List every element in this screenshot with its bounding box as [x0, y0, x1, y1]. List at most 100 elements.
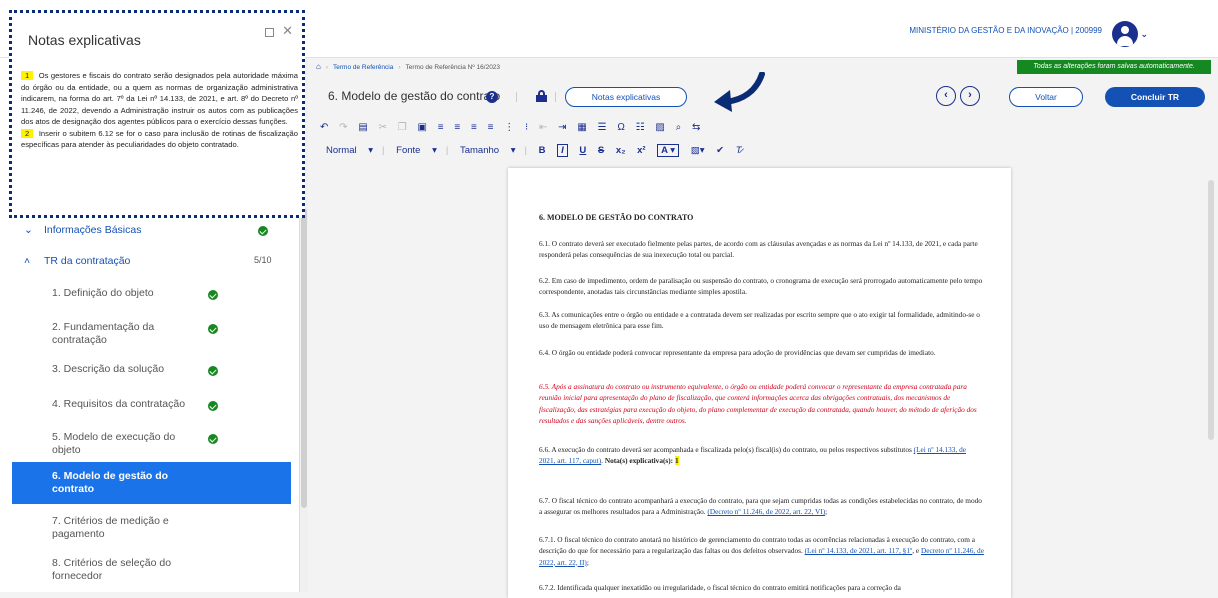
finish-tr-button[interactable]: Concluir TR — [1105, 87, 1205, 107]
search-icon[interactable]: ⌕ — [676, 122, 682, 133]
divider — [516, 92, 517, 102]
decree-link[interactable]: (Decreto nº 11.246, de 2022, art. 22, VI… — [707, 507, 825, 516]
sidebar-item-label: 5. Modelo de execução do objeto — [52, 431, 176, 456]
paragraph-6-2: 6.2. Em caso de impedimento, ordem de pa… — [539, 276, 983, 297]
outdent-icon[interactable]: ⇤ — [539, 122, 547, 133]
section-title: 6. Modelo de gestão do contrato — [328, 89, 501, 103]
law-link[interactable]: (Lei nº 14.133, de 2021, art. 117, §1º — [805, 546, 913, 555]
strikethrough-icon[interactable]: S — [598, 145, 604, 156]
editor-toolbar-row2: Normal ▾ | Fonte ▾ | Tamanho ▾ | B I U S x₂… — [326, 144, 742, 157]
paragraph-6-1: 6.1. O contrato deverá ser executado fie… — [539, 239, 978, 260]
underline-icon[interactable]: U — [579, 145, 586, 156]
chevron-down-icon: ⌄ — [24, 224, 33, 236]
undo-icon[interactable]: ↶ — [320, 122, 328, 133]
user-circle-icon[interactable] — [1112, 21, 1138, 47]
autosave-badge: Todas as alterações foram salvas automat… — [1017, 60, 1211, 74]
editor-toolbar-row1: ↶ ↷ ▤ ✂ ❐ ▣ ≡ ≡ ≡ ≡ ⋮ ⁝ ⇤ ⇥ ▦ ☰ Ω ☷ ▨ ⌕ … — [320, 122, 708, 136]
format-brush-icon[interactable]: ✔ — [716, 145, 724, 156]
chevron-down-icon[interactable]: ▾ — [432, 145, 437, 156]
paragraph-6-3: 6.3. As comunicações entre o órgão ou en… — [539, 310, 980, 331]
superscript-icon[interactable]: x² — [637, 145, 645, 156]
justify-icon[interactable]: ≡ — [488, 122, 494, 133]
font-select[interactable]: Fonte — [396, 145, 420, 156]
note-number: 1 — [21, 71, 34, 80]
document-page[interactable]: 6. MODELO DE GESTÃO DO CONTRATO 6.1. O c… — [508, 168, 1011, 598]
chevron-down-icon[interactable]: ▾ — [511, 145, 516, 156]
size-select[interactable]: Tamanho — [460, 145, 499, 156]
paragraph-6-4: 6.4. O órgão ou entidade poderá convocar… — [539, 348, 936, 357]
paragraph-text: 6.6. A execução do contrato deverá ser a… — [539, 445, 912, 454]
indent-icon[interactable]: ⇥ — [558, 122, 566, 133]
divider — [555, 92, 556, 102]
notes-title: Notas explicativas — [28, 32, 141, 48]
note-item: 1 Os gestores e fiscais do contrato serã… — [21, 70, 298, 128]
align-left-icon[interactable]: ≡ — [438, 122, 444, 133]
close-icon[interactable]: ✕ — [282, 23, 293, 39]
replace-icon[interactable]: ⇆ — [692, 122, 700, 133]
back-button[interactable]: Voltar — [1009, 87, 1083, 107]
check-icon — [208, 366, 218, 376]
bold-icon[interactable]: B — [539, 145, 546, 156]
sidebar-item-gestao-active[interactable]: 6. Modelo de gestão do contrato — [12, 462, 291, 504]
background-color-icon[interactable]: ▧▾ — [691, 145, 705, 156]
cut-icon[interactable]: ✂ — [379, 122, 387, 133]
paste-icon[interactable]: ▣ — [418, 122, 427, 133]
redo-icon[interactable]: ↷ — [339, 122, 347, 133]
bullet-list-icon[interactable]: ⁝ — [525, 122, 528, 133]
breadcrumb-link[interactable]: Termo de Referência — [333, 64, 393, 71]
main-scrollbar[interactable] — [1208, 180, 1214, 440]
horizontal-line-icon[interactable]: ☰ — [598, 122, 607, 133]
source-icon[interactable]: ▤ — [358, 122, 367, 133]
special-char-icon[interactable]: Ω — [617, 122, 624, 133]
italic-icon[interactable]: I — [557, 144, 568, 157]
sidebar-item-label: 6. Modelo de gestão do contrato — [52, 470, 169, 495]
numbered-list-icon[interactable]: ⋮ — [504, 122, 514, 133]
note-text: Os gestores e fiscais do contrato serão … — [21, 71, 298, 126]
format-select[interactable]: Normal — [326, 145, 357, 156]
progress-count: 5/10 — [254, 255, 272, 265]
sidebar-item-label: 7. Critérios de medição e pagamento — [52, 515, 169, 540]
pointer-arrow-icon — [714, 72, 765, 112]
sidebar-group-label: Informações Básicas — [44, 224, 142, 236]
check-icon — [258, 226, 268, 236]
paragraph-6-7-1: 6.7.1. O fiscal técnico do contrato anot… — [539, 535, 984, 567]
list-icon[interactable]: ☷ — [636, 122, 645, 133]
notes-body: 1 Os gestores e fiscais do contrato serã… — [21, 70, 298, 151]
chevron-down-icon[interactable]: ▾ — [368, 145, 373, 156]
chevron-down-icon[interactable]: ⌄ — [1140, 29, 1148, 40]
check-icon — [208, 434, 218, 444]
expand-icon[interactable] — [265, 28, 274, 37]
note-reference: Nota(s) explicativa(s): — [604, 456, 674, 466]
note-number[interactable]: 1 — [674, 456, 679, 466]
copy-icon[interactable]: ❐ — [398, 122, 407, 133]
paragraph-6-5: 6.5. Após a assinatura do contrato ou in… — [539, 382, 977, 425]
sidebar-item-label: 1. Definição do objeto — [52, 287, 154, 299]
help-icon[interactable]: ? — [486, 91, 498, 103]
check-icon — [208, 401, 218, 411]
note-text: Inserir o subitem 6.12 se for o caso par… — [21, 128, 298, 150]
paragraph-6-7: 6.7. O fiscal técnico do contrato acompa… — [539, 496, 982, 517]
note-item: 2 Inserir o subitem 6.12 se for o caso p… — [21, 128, 298, 151]
note-number: 2 — [21, 128, 34, 138]
text-color-icon[interactable]: A ▾ — [657, 144, 680, 157]
align-right-icon[interactable]: ≡ — [471, 122, 477, 133]
table-icon[interactable]: ▦ — [577, 122, 586, 133]
lock-icon[interactable] — [536, 90, 547, 102]
sidebar-item-label: 3. Descrição da solução — [52, 363, 165, 375]
subscript-icon[interactable]: x₂ — [616, 145, 626, 156]
document-heading: 6. MODELO DE GESTÃO DO CONTRATO — [539, 213, 694, 222]
sidebar-group-label: TR da contratação — [44, 255, 131, 267]
next-section-button[interactable]: › — [960, 86, 980, 106]
notes-panel: Notas explicativas ✕ 1 Os gestores e fis… — [9, 10, 305, 218]
align-center-icon[interactable]: ≡ — [454, 122, 460, 133]
remove-format-icon[interactable]: T̷ — [736, 145, 742, 156]
check-icon — [208, 324, 218, 334]
breadcrumb: ⌂ › Termo de Referência › Termo de Referênci… — [316, 62, 501, 71]
notes-button[interactable]: Notas explicativas — [565, 87, 687, 107]
sidebar-item-label: 2. Fundamentação da contratação — [52, 321, 155, 346]
paragraph-text: , e — [912, 546, 921, 556]
image-icon[interactable]: ▨ — [655, 122, 664, 133]
home-icon[interactable]: ⌂ — [316, 62, 321, 71]
sidebar-item-label: 8. Critérios de seleção do fornecedor — [52, 557, 172, 582]
previous-section-button[interactable]: ‹ — [936, 86, 956, 106]
